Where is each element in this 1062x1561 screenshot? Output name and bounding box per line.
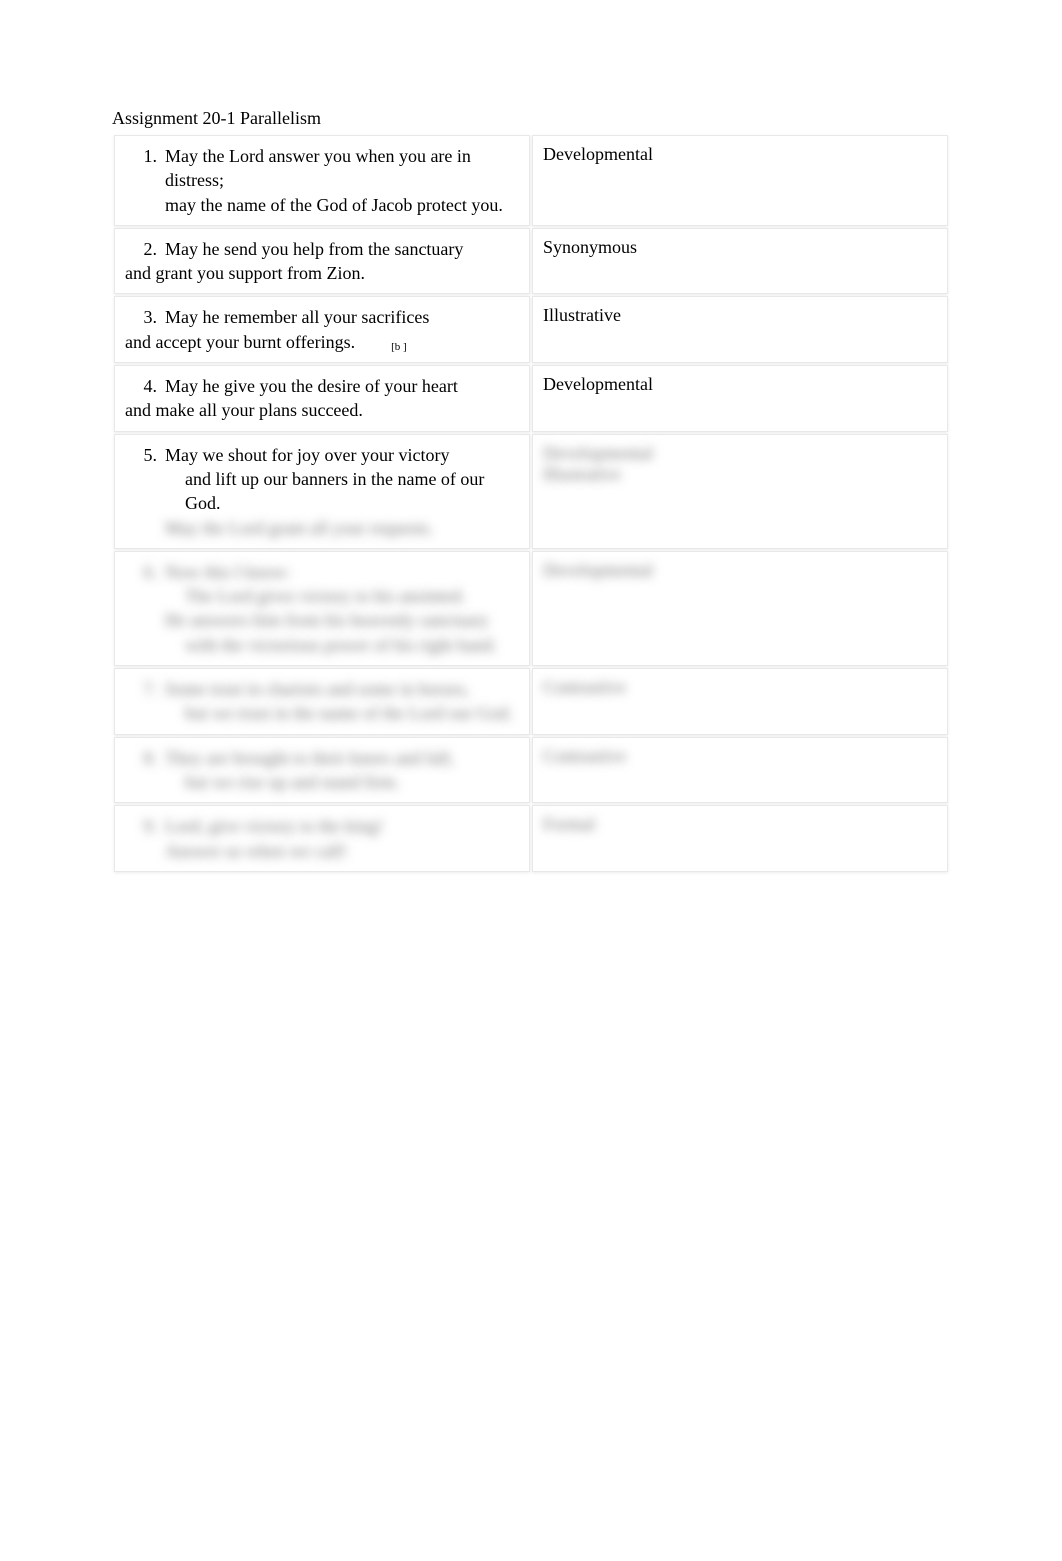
verse-line: and lift up our banners in the name of o… — [165, 467, 519, 516]
table-row: 2.May he send you help from the sanctuar… — [114, 228, 948, 295]
verse-line: but we trust in the name of the Lord our… — [165, 701, 519, 725]
verse-line: May he remember all your sacrifices — [165, 305, 519, 329]
verse-line: May he send you help from the sanctuary — [165, 237, 519, 261]
verse-body: May we shout for joy over your victoryan… — [165, 443, 519, 540]
verse-cell: 5.May we shout for joy over your victory… — [114, 434, 530, 549]
verse-line: and make all your plans succeed. — [125, 398, 519, 422]
verse-line: They are brought to their knees and fall… — [165, 746, 519, 770]
verse-line: May the Lord answer you when you are in … — [165, 144, 519, 193]
verse-cell: 4.May he give you the desire of your hea… — [114, 365, 530, 432]
verse-number: 3. — [125, 305, 165, 329]
verse-line: Answer us when we call! — [165, 839, 519, 863]
type-cell: Developmental — [532, 365, 948, 432]
type-cell: Formal — [532, 805, 948, 872]
verse-body: Lord, give victory to the king!Answer us… — [165, 814, 519, 863]
verse-number: 9. — [125, 814, 165, 863]
verse-cell: 6.Now this I know:The Lord gives victory… — [114, 551, 530, 666]
verse-body: Now this I know:The Lord gives victory t… — [165, 560, 519, 657]
table-row: 7.Some trust in chariots and some in hor… — [114, 668, 948, 735]
verse-line: May he give you the desire of your heart — [165, 374, 519, 398]
verse-number: 1. — [125, 144, 165, 217]
verse-body: May the Lord answer you when you are in … — [165, 144, 519, 217]
table-row: 4.May he give you the desire of your hea… — [114, 365, 948, 432]
verse-body: They are brought to their knees and fall… — [165, 746, 519, 795]
verse-line: The Lord gives victory to his anointed. — [165, 584, 519, 608]
type-cell: Developmental — [532, 135, 948, 226]
parallelism-type: Developmental — [543, 374, 653, 394]
type-cell: Contrastive — [532, 737, 948, 804]
verse-body: Some trust in chariots and some in horse… — [165, 677, 519, 726]
type-cell: Developmental — [532, 551, 948, 666]
verse-number: 5. — [125, 443, 165, 540]
verse-line: may the name of the God of Jacob protect… — [165, 193, 519, 217]
verse-line: with the victorious power of his right h… — [165, 633, 519, 657]
table-row: 9.Lord, give victory to the king!Answer … — [114, 805, 948, 872]
table-row: 3.May he remember all your sacrificesand… — [114, 296, 948, 363]
verse-body: May he send you help from the sanctuary — [165, 237, 519, 261]
table-row: 1.May the Lord answer you when you are i… — [114, 135, 948, 226]
verse-number: 8. — [125, 746, 165, 795]
verse-line: Now this I know: — [165, 560, 519, 584]
parallelism-type: Illustrative — [543, 305, 621, 325]
parallelism-table: 1.May the Lord answer you when you are i… — [112, 133, 950, 874]
verse-line: Lord, give victory to the king! — [165, 814, 519, 838]
verse-line: He answers him from his heavenly sanctua… — [165, 608, 519, 632]
verse-line: May the Lord grant all your requests. — [165, 516, 519, 540]
parallelism-type: Developmental Illustrative — [543, 443, 653, 484]
verse-body: May he remember all your sacrifices — [165, 305, 519, 329]
verse-body: May he give you the desire of your heart — [165, 374, 519, 398]
verse-cell: 1.May the Lord answer you when you are i… — [114, 135, 530, 226]
type-cell: Synonymous — [532, 228, 948, 295]
parallelism-type: Developmental — [543, 560, 653, 580]
type-cell: Contrastive — [532, 668, 948, 735]
verse-cell: 7.Some trust in chariots and some in hor… — [114, 668, 530, 735]
verse-number: 2. — [125, 237, 165, 261]
parallelism-type: Formal — [543, 814, 595, 834]
table-row: 6.Now this I know:The Lord gives victory… — [114, 551, 948, 666]
table-row: 8.They are brought to their knees and fa… — [114, 737, 948, 804]
parallelism-type: Contrastive — [543, 746, 626, 766]
verse-line: May we shout for joy over your victory — [165, 443, 519, 467]
verse-line: and grant you support from Zion. — [125, 261, 519, 285]
parallelism-type: Contrastive — [543, 677, 626, 697]
type-cell: Developmental Illustrative — [532, 434, 948, 549]
table-row: 5.May we shout for joy over your victory… — [114, 434, 948, 549]
parallelism-type: Synonymous — [543, 237, 637, 257]
parallelism-type: Developmental — [543, 144, 653, 164]
footnote-marker: [b ] — [355, 340, 407, 355]
verse-number: 4. — [125, 374, 165, 398]
verse-cell: 8.They are brought to their knees and fa… — [114, 737, 530, 804]
verse-number: 7. — [125, 677, 165, 726]
page-title: Assignment 20-1 Parallelism — [112, 108, 950, 129]
verse-line: Some trust in chariots and some in horse… — [165, 677, 519, 701]
verse-cell: 3.May he remember all your sacrificesand… — [114, 296, 530, 363]
verse-number: 6. — [125, 560, 165, 657]
verse-line: but we rise up and stand firm. — [165, 770, 519, 794]
type-cell: Illustrative — [532, 296, 948, 363]
verse-line: and accept your burnt offerings.[b ] — [125, 330, 519, 354]
verse-cell: 9.Lord, give victory to the king!Answer … — [114, 805, 530, 872]
verse-cell: 2.May he send you help from the sanctuar… — [114, 228, 530, 295]
